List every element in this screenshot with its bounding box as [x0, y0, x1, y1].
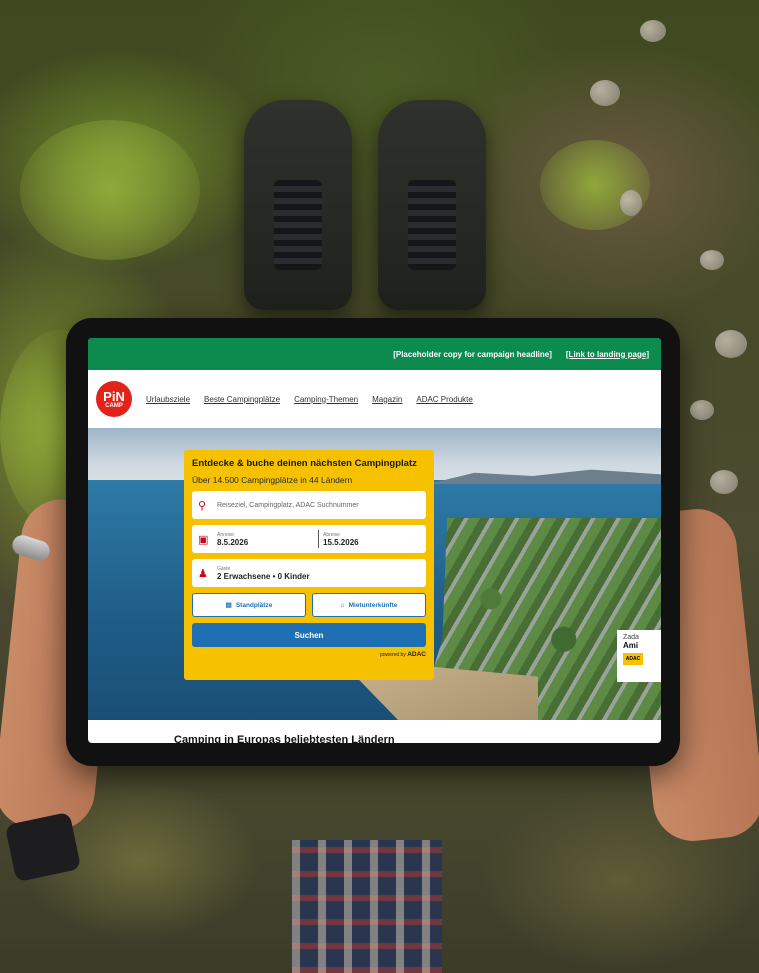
teaser-line1: Zada — [623, 634, 639, 641]
house-icon: ⌂ — [340, 601, 345, 609]
rentals-button[interactable]: ⌂ Mietunterkünfte — [312, 593, 426, 617]
nav-link-adac-produkte[interactable]: ADAC Produkte — [416, 395, 472, 404]
date-divider — [318, 530, 319, 548]
nav-link-magazin[interactable]: Magazin — [372, 395, 402, 404]
section-title: Camping in Europas beliebtesten Ländern — [174, 734, 395, 743]
pincamp-logo[interactable]: PiN CAMP — [96, 381, 132, 417]
guests-field[interactable]: ♟ Gäste 2 Erwachsene • 0 Kinder — [192, 559, 426, 587]
rentals-label: Mietunterkünfte — [348, 601, 398, 609]
logo-subtext: CAMP — [105, 402, 123, 409]
pitch-icon: ▤ — [225, 602, 232, 609]
search-icon: ⚲ — [198, 498, 207, 512]
search-title: Entdecke & buche deinen nächsten Camping… — [192, 458, 417, 469]
right-boot — [378, 100, 486, 310]
moss-patch — [20, 120, 200, 260]
pitches-label: Standplätze — [235, 601, 273, 609]
moss-patch — [540, 140, 650, 230]
guests-icon: ♟ — [198, 566, 208, 580]
tablet-screen: [Placeholder copy for campaign headline]… — [88, 338, 661, 743]
guests-value: 2 Erwachsene • 0 Kinder — [217, 571, 310, 581]
date-row: Anreise 8.5.2026 Abreise 15.5.2026 — [217, 530, 420, 548]
teaser-line2: Ami — [623, 641, 639, 650]
guests-text: Gäste 2 Erwachsene • 0 Kinder — [217, 566, 420, 581]
pitches-button[interactable]: ▤ Standplätze — [192, 593, 306, 617]
pebble — [700, 250, 724, 270]
logo-text: PiN — [103, 388, 125, 404]
pebble — [640, 20, 666, 42]
nav-link-urlaubsziele[interactable]: Urlaubsziele — [146, 395, 190, 404]
nav-link-camping-themen[interactable]: Camping-Themen — [294, 395, 358, 404]
search-card: Entdecke & buche deinen nächsten Camping… — [184, 450, 434, 680]
pebble — [620, 190, 642, 216]
powered-prefix: powered by — [379, 652, 406, 658]
departure-value: 15.5.2026 — [323, 537, 359, 547]
destination-placeholder: Reiseziel, Campingplatz, ADAC Suchnummer — [217, 501, 359, 509]
search-subtitle: Über 14.500 Campingplätze in 44 Ländern — [192, 475, 353, 485]
main-nav: PiN CAMP Urlaubsziele Beste Campingplätz… — [88, 370, 661, 428]
nav-link-beste-campingplaetze[interactable]: Beste Campingplätze — [204, 395, 280, 404]
departure-date[interactable]: Abreise 15.5.2026 — [323, 532, 420, 547]
adac-badge: ADAC — [623, 653, 643, 665]
type-toggle: ▤ Standplätze ⌂ Mietunterkünfte — [192, 593, 426, 617]
pebble — [690, 400, 714, 420]
arrival-date[interactable]: Anreise 8.5.2026 — [217, 532, 314, 547]
date-field[interactable]: ▣ Anreise 8.5.2026 Abreise 15.5.2026 — [192, 525, 426, 553]
search-button[interactable]: Suchen — [192, 623, 426, 647]
campaign-bar: [Placeholder copy for campaign headline]… — [88, 338, 661, 370]
hero-image: Entdecke & buche deinen nächsten Camping… — [88, 428, 661, 720]
destination-field[interactable]: ⚲ Reiseziel, Campingplatz, ADAC Suchnumm… — [192, 491, 426, 519]
left-boot — [244, 100, 352, 310]
calendar-icon: ▣ — [198, 532, 209, 546]
pebble — [715, 330, 747, 358]
pebble — [590, 80, 620, 106]
arrival-value: 8.5.2026 — [217, 537, 249, 547]
plaid-shirt — [292, 840, 442, 973]
campaign-headline: [Placeholder copy for campaign headline] — [393, 349, 552, 359]
side-teaser[interactable]: Zada Ami ADAC — [617, 630, 661, 682]
powered-brand: ADAC — [407, 651, 426, 658]
campaign-link[interactable]: [Link to landing page] — [566, 350, 649, 359]
pebble — [710, 470, 738, 494]
powered-by: powered by ADAC — [192, 651, 426, 658]
